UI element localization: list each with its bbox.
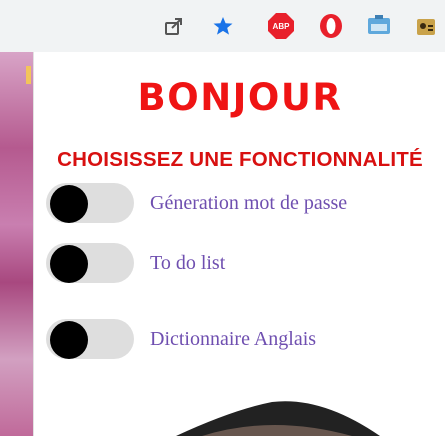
bookmark-tab — [26, 66, 31, 84]
star-icon[interactable] — [209, 12, 237, 40]
opera-icon[interactable] — [316, 12, 346, 40]
browser-toolbar: ABP — [0, 0, 445, 52]
share-icon[interactable] — [160, 12, 188, 40]
decorative-shape — [172, 396, 382, 436]
feature-label: To do list — [150, 252, 226, 274]
extension-icon[interactable] — [412, 12, 440, 40]
adblock-icon[interactable]: ABP — [265, 12, 297, 40]
feature-todo-list[interactable]: To do list — [46, 242, 436, 286]
toggle-switch[interactable] — [46, 243, 134, 283]
toggle-knob — [50, 185, 88, 223]
svg-text:ABP: ABP — [273, 22, 291, 31]
toggle-knob — [50, 245, 88, 283]
toggle-switch[interactable] — [46, 183, 134, 223]
feature-label: Dictionnaire Anglais — [150, 328, 317, 350]
toggle-knob — [50, 321, 88, 359]
page-background — [0, 52, 33, 436]
toggle-switch[interactable] — [46, 319, 134, 359]
extension-popup: BONJOUR CHOISISSEZ UNE FONCTIONNALITÉ Gé… — [33, 52, 445, 436]
screen-icon[interactable] — [364, 12, 394, 40]
feature-english-dictionary[interactable]: Dictionnaire Anglais — [46, 318, 436, 362]
feature-password-generator[interactable]: Géneration mot de passe — [46, 182, 436, 226]
feature-label: Géneration mot de passe — [150, 192, 348, 214]
page-subtitle: CHOISISSEZ UNE FONCTIONNALITÉ — [57, 148, 423, 171]
page-title: BONJOUR — [137, 76, 343, 119]
